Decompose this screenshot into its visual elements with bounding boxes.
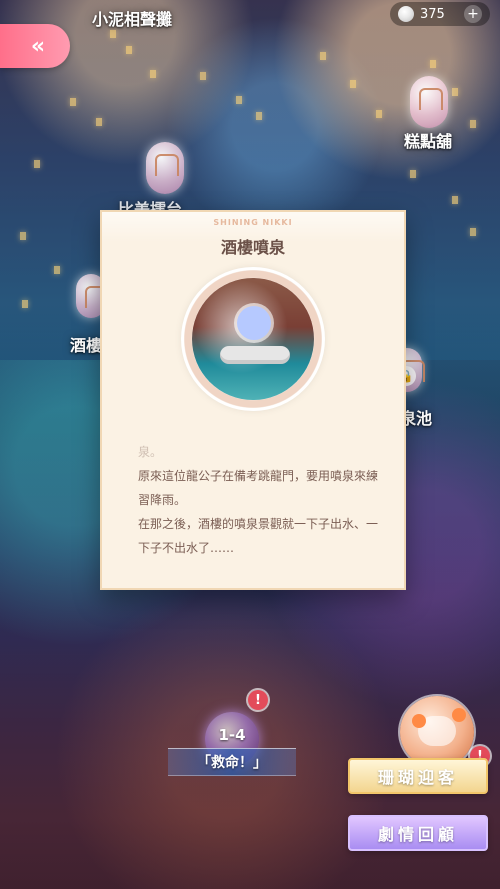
back-icon: «: [30, 33, 45, 59]
dialog-title: 酒樓噴泉: [220, 238, 285, 257]
currency-bar: 375 +: [390, 2, 490, 26]
coin-icon: [398, 6, 414, 22]
stage-alert-badge: !: [248, 690, 268, 710]
receive-guests-button[interactable]: 珊瑚迎客: [348, 758, 488, 794]
dialog-text-line-1: 原來這位龍公子在備考跳龍門，要用噴泉來練習降雨。: [138, 469, 379, 507]
back-button[interactable]: «: [0, 24, 70, 68]
stage-code: 1-4: [218, 726, 246, 744]
dragon-figure: [237, 306, 271, 340]
location-pin-pastry[interactable]: [410, 76, 448, 128]
dialog-text: 泉。 原來這位龍公子在備考跳龍門，要用噴泉來練習降雨。 在那之後，酒樓的噴泉景觀…: [138, 440, 380, 560]
story-review-button[interactable]: 劇情回顧: [348, 815, 488, 851]
story-dialog: SHINING NIKKI 酒樓噴泉 泉。 原來這位龍公子在備考跳龍門，要用噴泉…: [100, 210, 406, 590]
dialog-text-line-0: 泉。: [138, 445, 163, 459]
dialog-text-line-2: 在那之後，酒樓的噴泉景觀就一下子出水、一下子不出水了……: [138, 517, 379, 555]
plus-icon[interactable]: +: [464, 5, 482, 23]
brand-watermark: SHINING NIKKI: [213, 218, 293, 227]
stage-title[interactable]: 「救命！」: [168, 748, 296, 776]
location-label-pastry[interactable]: 糕點舖: [404, 128, 452, 152]
boat-illustration: [220, 346, 290, 364]
currency-amount: 375: [420, 6, 445, 22]
story-illustration: [192, 278, 314, 400]
location-pin-contest[interactable]: [146, 142, 184, 194]
location-label-wine-partial[interactable]: 酒樓: [70, 332, 102, 356]
location-label-xiao-ni[interactable]: 小泥相聲攤: [92, 6, 172, 30]
